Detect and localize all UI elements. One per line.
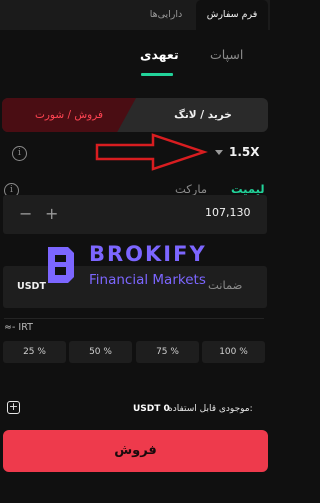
sell-submit-button[interactable]: فروش (3, 430, 268, 472)
collateral-label: ضمانت (208, 278, 243, 292)
order-type-limit[interactable]: لیمیت (231, 182, 265, 196)
order-type-market[interactable]: مارکت (175, 182, 207, 196)
leverage-value[interactable]: 1.5X (229, 145, 260, 159)
tab-margin[interactable]: تعهدی (140, 47, 179, 62)
price-decrement-button[interactable]: − (19, 204, 32, 223)
brokify-logo (48, 247, 74, 283)
chevron-down-icon[interactable] (215, 150, 223, 155)
red-arrow-annotation (95, 133, 208, 171)
side-toggle: فروش / شورت خرید / لانگ (2, 98, 268, 132)
plus-icon[interactable]: + (7, 401, 20, 414)
irt-estimate: ≈- IRT (4, 322, 33, 333)
watermark-subtitle: Financial Markets (89, 272, 206, 288)
divider (4, 318, 264, 319)
tab-assets[interactable]: دارایی‌ها (136, 0, 196, 30)
percent-50-button[interactable]: 50 % (69, 341, 132, 363)
tab-order-form[interactable]: فرم سفارش (196, 0, 268, 30)
sell-short-button[interactable]: فروش / شورت (2, 98, 136, 132)
price-value[interactable]: 107,130 (205, 206, 251, 219)
active-tab-indicator (141, 73, 173, 76)
available-balance-value: USDT 0 (133, 404, 170, 414)
buy-long-button[interactable]: خرید / لانگ (138, 98, 268, 132)
percent-25-button[interactable]: 25 % (3, 341, 66, 363)
info-icon[interactable]: i (12, 146, 27, 161)
percent-75-button[interactable]: 75 % (136, 341, 199, 363)
percent-100-button[interactable]: 100 % (202, 341, 265, 363)
watermark-brand: BROKIFY (89, 242, 207, 266)
collateral-currency: USDT (17, 281, 46, 292)
tab-spot[interactable]: اسپات (210, 47, 243, 62)
available-balance-label: موجودی قابل استفاده: (168, 404, 253, 414)
price-increment-button[interactable]: + (45, 204, 58, 223)
top-tab-bar: دارایی‌ها فرم سفارش (0, 0, 270, 30)
